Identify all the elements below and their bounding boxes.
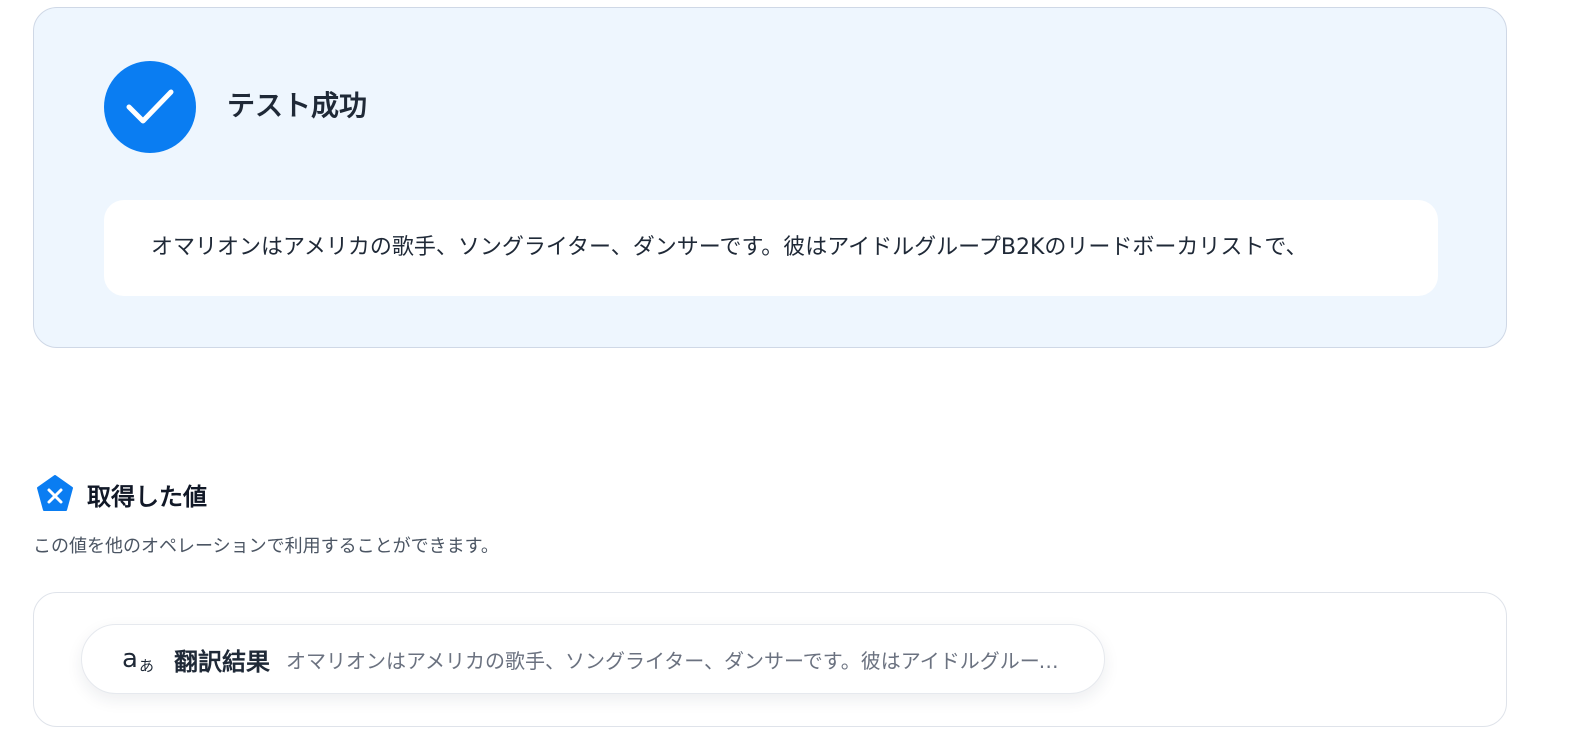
check-mark-icon: [126, 89, 174, 124]
variable-icon: [37, 475, 73, 511]
test-success-title: テスト成功: [227, 89, 368, 122]
test-output-box[interactable]: オマリオンはアメリカの歌手、ソングライター、ダンサーです。彼はアイドルグループB…: [104, 200, 1438, 296]
value-chip-translation-result[interactable]: aあ 翻訳結果 オマリオンはアメリカの歌手、ソングライター、ダンサーです。彼はア…: [81, 624, 1105, 694]
translate-icon: aあ: [122, 644, 154, 675]
test-success-panel: テスト成功 オマリオンはアメリカの歌手、ソングライター、ダンサーです。彼はアイド…: [33, 7, 1507, 348]
acquired-values-header: 取得した値: [35, 474, 207, 514]
acquired-values-description: この値を他のオペレーションで利用することができます。: [33, 536, 499, 557]
test-output-text: オマリオンはアメリカの歌手、ソングライター、ダンサーです。彼はアイドルグループB…: [151, 235, 1308, 260]
acquired-values-panel: aあ 翻訳結果 オマリオンはアメリカの歌手、ソングライター、ダンサーです。彼はア…: [33, 592, 1507, 727]
check-icon: [104, 61, 196, 153]
value-chip-label: 翻訳結果: [174, 647, 270, 676]
acquired-values-title: 取得した値: [87, 482, 207, 511]
value-chip-value: オマリオンはアメリカの歌手、ソングライター、ダンサーです。彼はアイドルグループB…: [286, 648, 1074, 673]
